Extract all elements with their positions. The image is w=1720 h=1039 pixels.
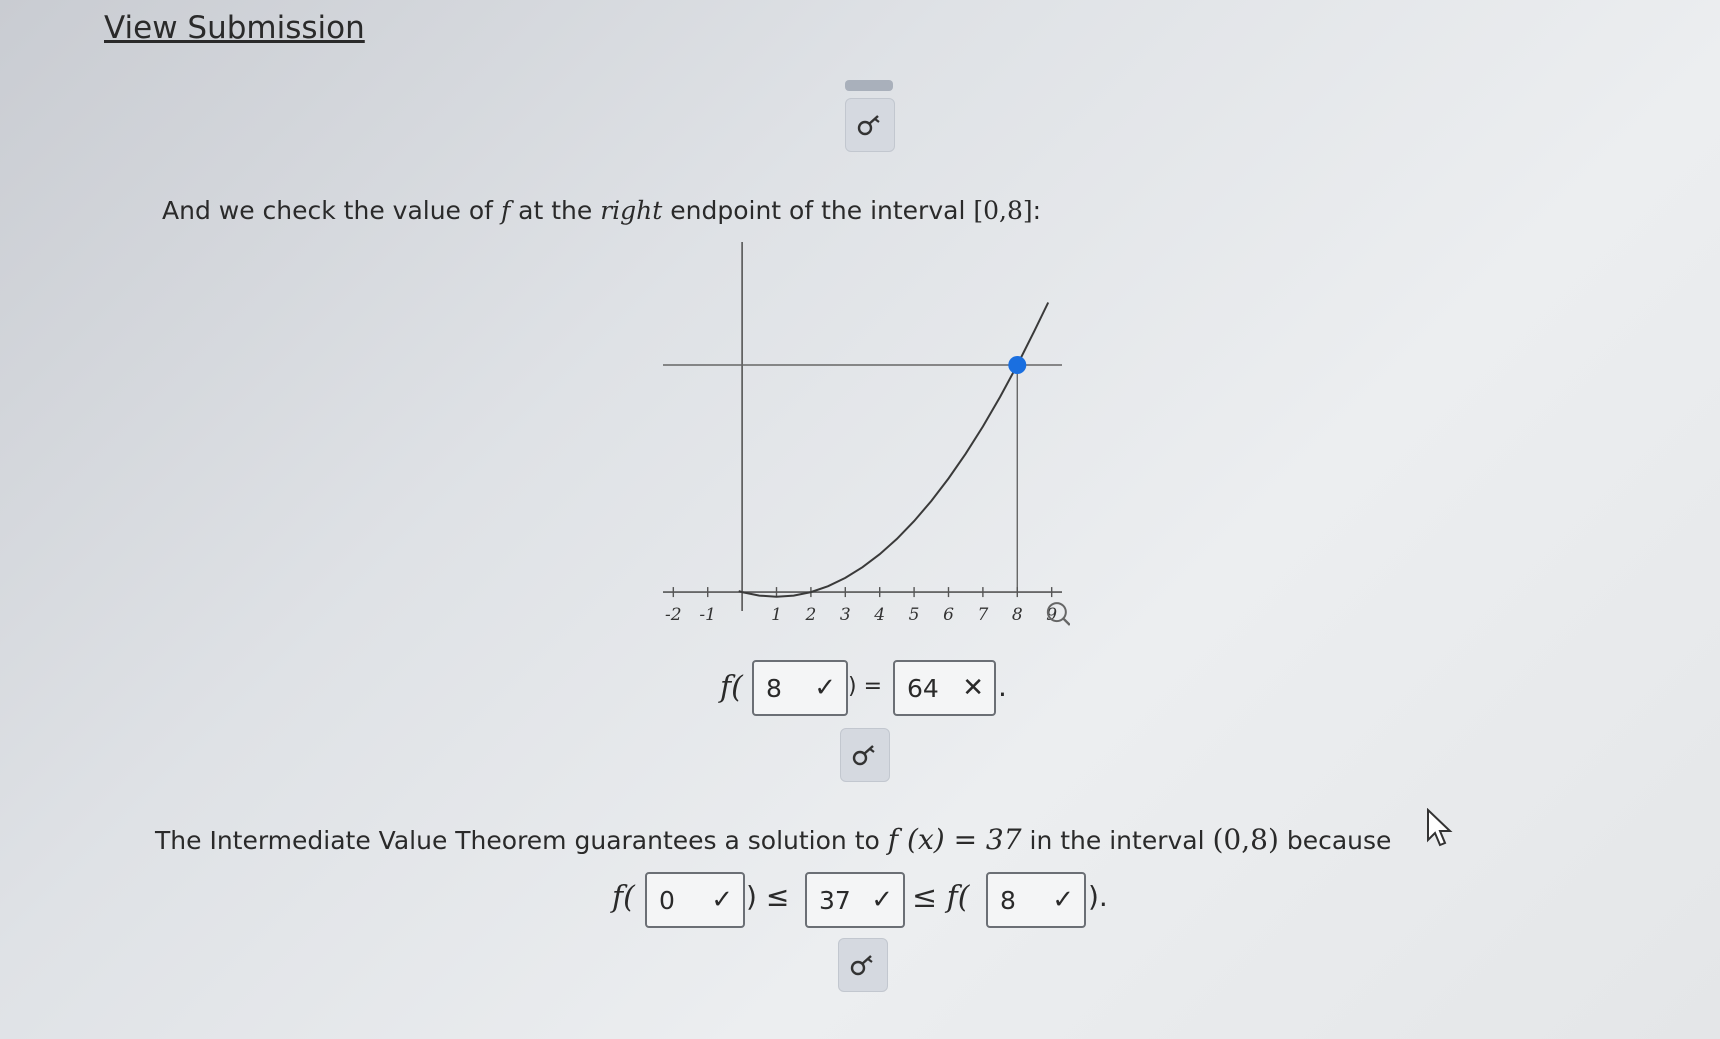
f-open-paren: f( (720, 670, 743, 705)
target-answer[interactable]: 37 ✓ (805, 872, 905, 928)
statement-text: in the interval (1021, 826, 1213, 855)
endpoint-statement: And we check the value of f at the right… (162, 196, 1041, 225)
upper-x-answer[interactable]: 8 ✓ (986, 872, 1086, 928)
colon: : (1032, 196, 1042, 225)
interval-open: (0,8) (1212, 823, 1279, 856)
key-button-2[interactable] (840, 728, 890, 782)
view-submission-link[interactable]: View Submission (104, 10, 365, 46)
cross-icon: ✕ (962, 673, 984, 703)
endpoint-marker (1008, 356, 1027, 374)
collapse-tab[interactable] (845, 80, 893, 91)
key-button-1[interactable] (845, 98, 895, 152)
interval-closed: [0,8] (973, 196, 1033, 225)
answer-value: 64 (907, 673, 939, 703)
x-tick-label: 4 (873, 605, 885, 625)
statement-text: at the (510, 196, 601, 225)
equation: f (x) = 37 (887, 823, 1022, 856)
check-icon: ✓ (711, 885, 733, 915)
x-tick-label: 8 (1012, 605, 1023, 625)
key-button-3[interactable] (838, 938, 888, 992)
f-open-paren: f( (612, 880, 635, 915)
x-tick-label: 3 (840, 605, 851, 625)
key-icon (852, 745, 875, 766)
magnifier-handle (1061, 617, 1070, 626)
close-equals: ) = (848, 674, 883, 699)
input-x-answer[interactable]: 8 ✓ (752, 660, 848, 716)
le-f-open: ≤ f( (912, 880, 970, 915)
close-period: ). (1088, 880, 1108, 913)
answer-value: 8 (766, 673, 782, 703)
answer-value: 8 (1000, 885, 1016, 915)
answer-value: 0 (659, 885, 675, 915)
output-answer[interactable]: 64 ✕ (893, 660, 996, 716)
x-tick-label: -1 (699, 605, 716, 625)
x-tick-label: 5 (909, 605, 920, 625)
statement-text: endpoint of the interval (662, 196, 974, 225)
statement-text: The Intermediate Value Theorem guarantee… (155, 826, 888, 855)
key-icon (857, 115, 880, 136)
x-tick-label: 1 (771, 605, 782, 625)
right-word: right (600, 196, 663, 225)
check-icon: ✓ (871, 885, 893, 915)
mouse-cursor-icon (1427, 808, 1453, 847)
check-icon: ✓ (814, 673, 836, 703)
statement-text: And we check the value of (162, 196, 501, 225)
answer-value: 37 (819, 885, 851, 915)
key-icon (850, 955, 873, 976)
statement-text: because (1278, 826, 1392, 855)
function-curve (738, 302, 1050, 598)
check-icon: ✓ (1052, 885, 1074, 915)
x-tick-label: 7 (977, 605, 988, 625)
close-le: ) ≤ (746, 880, 790, 913)
period: . (998, 670, 1007, 703)
x-tick-label: 2 (804, 605, 816, 625)
x-tick-label: -2 (665, 605, 682, 625)
lower-x-answer[interactable]: 0 ✓ (645, 872, 745, 928)
x-tick-label: 6 (943, 605, 954, 625)
function-f: f (500, 196, 511, 225)
function-graph[interactable]: -2 -1 1 2 3 4 5 6 7 8 9 (655, 236, 1070, 651)
ivt-statement: The Intermediate Value Theorem guarantee… (155, 823, 1391, 856)
